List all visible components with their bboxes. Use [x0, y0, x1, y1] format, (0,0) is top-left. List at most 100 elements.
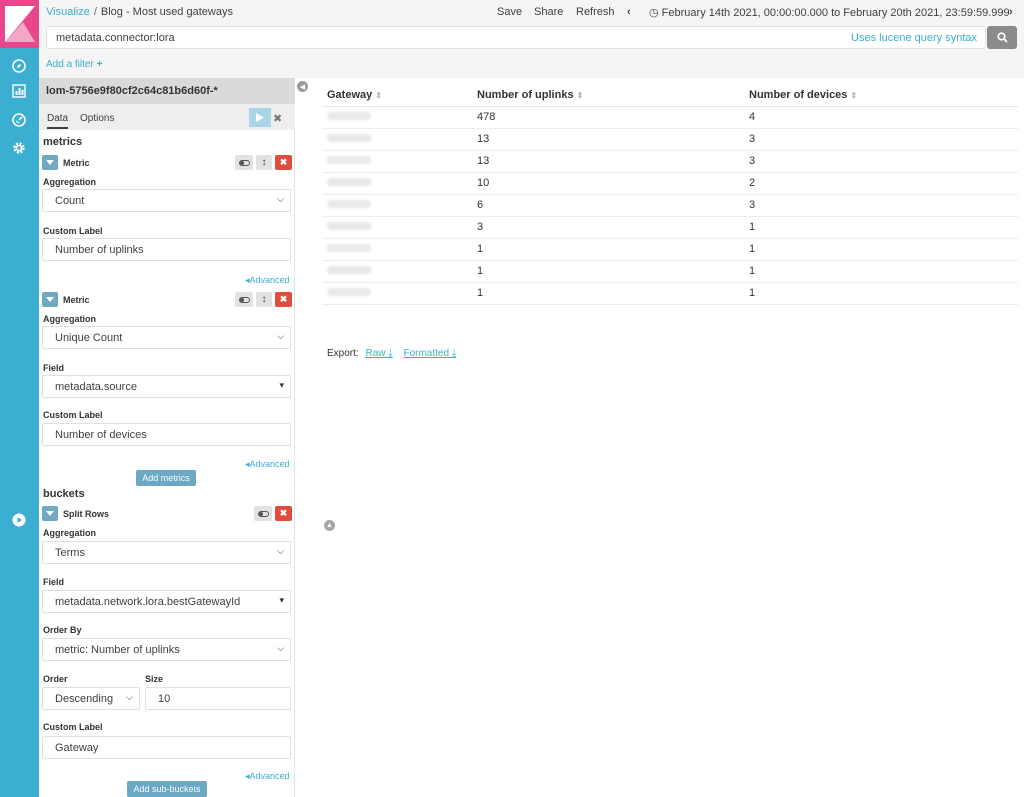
field-select[interactable]: metadata.source ▾ — [42, 375, 291, 398]
gateway-cell-redacted — [322, 128, 472, 151]
table-row: 63 — [322, 194, 1018, 217]
remove-icon[interactable]: ✖ — [275, 155, 292, 170]
visualize-icon[interactable] — [10, 82, 28, 100]
toggle-icon[interactable] — [235, 155, 253, 170]
search-button[interactable] — [987, 26, 1017, 49]
advanced-label: Advanced — [249, 459, 290, 469]
lucene-syntax-link[interactable]: Uses lucene query syntax — [851, 32, 977, 44]
add-filter-label: Add a filter — [46, 59, 94, 70]
field-value: metadata.network.lora.bestGatewayId — [55, 596, 241, 608]
field-label: Field — [43, 577, 65, 587]
sort-icon: ⇕ — [576, 90, 584, 100]
buckets-section-title: buckets — [43, 488, 85, 500]
table-row: 11 — [322, 238, 1018, 261]
advanced-toggle[interactable]: ◂Advanced — [245, 771, 290, 782]
metric-agg-title: Metric — [63, 295, 90, 305]
top-bar: Visualize / Blog - Most used gateways Save… — [39, 0, 1024, 26]
order-by-select[interactable]: metric: Number of uplinks ⌵ — [42, 638, 291, 661]
gateway-cell-redacted — [322, 260, 472, 283]
column-header-gateway[interactable]: Gateway ⇕ — [322, 84, 472, 107]
aggregation-select[interactable]: Count ⌵ — [42, 189, 291, 212]
column-header-label: Number of uplinks — [477, 88, 574, 101]
discard-changes-icon[interactable]: ✖ — [273, 112, 282, 125]
gear-icon[interactable] — [10, 139, 28, 157]
spy-toggle-icon[interactable]: ▲ — [324, 520, 335, 531]
download-icon: ⤓ — [388, 348, 393, 359]
search-input[interactable]: metadata.connector:lora Uses lucene quer… — [46, 26, 986, 49]
aggregation-value: Count — [55, 195, 85, 207]
chevron-down-icon[interactable] — [42, 292, 58, 307]
add-metrics-button[interactable]: Add metrics — [136, 470, 196, 486]
query-bar: metadata.connector:lora Uses lucene quer… — [39, 26, 1024, 52]
size-input[interactable]: 10 — [145, 687, 291, 710]
add-filter-button[interactable]: Add a filter + — [46, 59, 102, 70]
table-row: 11 — [322, 260, 1018, 283]
remove-icon[interactable]: ✖ — [275, 292, 292, 307]
metric-agg-header: Metric ↕ ✖ — [42, 292, 292, 308]
export-raw-link[interactable]: Raw ⤓ — [365, 348, 392, 359]
advanced-label: Advanced — [249, 771, 290, 781]
devices-cell: 3 — [744, 150, 1018, 173]
table-row: 31 — [322, 216, 1018, 239]
chevron-left-icon[interactable]: ‹ — [627, 6, 631, 18]
chevron-down-icon[interactable] — [42, 155, 58, 170]
devices-cell: 1 — [744, 238, 1018, 261]
gateway-cell-redacted — [322, 172, 472, 195]
advanced-toggle[interactable]: ◂Advanced — [245, 459, 290, 470]
aggregation-select[interactable]: Terms ⌵ — [42, 541, 291, 564]
toggle-icon[interactable] — [254, 506, 272, 521]
page-title: Blog - Most used gateways — [100, 6, 233, 18]
devices-cell: 2 — [744, 172, 1018, 195]
redacted-value — [327, 288, 371, 296]
column-header-devices[interactable]: Number of devices ⇕ — [744, 84, 1018, 107]
field-select[interactable]: metadata.network.lora.bestGatewayId ▾ — [42, 590, 291, 613]
export-formatted-link[interactable]: Formatted ⤓ — [403, 348, 456, 359]
apply-changes-button[interactable] — [249, 108, 271, 127]
kibana-logo[interactable] — [0, 0, 39, 48]
chevron-down-icon[interactable] — [42, 506, 58, 521]
devices-cell: 4 — [744, 106, 1018, 129]
order-value: Descending — [55, 693, 114, 705]
order-by-value: metric: Number of uplinks — [55, 644, 180, 656]
export-links: Export: Raw ⤓ Formatted ⤓ — [327, 348, 456, 359]
toggle-icon[interactable] — [235, 292, 253, 307]
vis-editor-sidebar: lom-5756e9f80cf2c64c81b6d60f-* Data Opti… — [39, 78, 295, 797]
share-button[interactable]: Share — [534, 6, 563, 18]
devices-cell: 1 — [744, 282, 1018, 305]
metrics-section-title: metrics — [43, 136, 83, 148]
discover-icon[interactable] — [10, 57, 28, 75]
play-icon[interactable] — [10, 511, 28, 529]
custom-label-input[interactable]: Gateway — [42, 736, 291, 759]
chevron-right-icon[interactable]: › — [1009, 6, 1013, 18]
caret-down-icon: ▾ — [279, 380, 284, 390]
refresh-button[interactable]: Refresh — [576, 6, 615, 18]
breadcrumb-visualize-link[interactable]: Visualize — [46, 6, 90, 18]
save-button[interactable]: Save — [497, 6, 522, 18]
tab-options[interactable]: Options — [80, 113, 114, 124]
breadcrumb: Visualize / Blog - Most used gateways — [46, 6, 233, 18]
remove-icon[interactable]: ✖ — [275, 506, 292, 521]
uplinks-cell: 10 — [472, 172, 744, 195]
custom-label-input[interactable]: Number of devices — [42, 423, 291, 446]
aggregation-value: Terms — [55, 547, 85, 559]
dashboard-icon[interactable] — [10, 111, 28, 129]
advanced-toggle[interactable]: ◂Advanced — [245, 275, 290, 286]
custom-label-label: Custom Label — [43, 722, 103, 732]
play-icon — [256, 113, 264, 122]
custom-label-value: Number of uplinks — [55, 244, 144, 256]
add-sub-buckets-button[interactable]: Add sub-buckets — [127, 781, 207, 797]
aggregation-select[interactable]: Unique Count ⌵ — [42, 326, 291, 349]
reorder-icon[interactable]: ↕ — [256, 155, 272, 170]
field-value: metadata.source — [55, 381, 137, 393]
devices-cell: 3 — [744, 194, 1018, 217]
order-label: Order — [43, 674, 68, 684]
reorder-icon[interactable]: ↕ — [256, 292, 272, 307]
custom-label-label: Custom Label — [43, 226, 103, 236]
collapse-sidebar-icon[interactable]: ◀ — [297, 81, 308, 92]
redacted-value — [327, 266, 371, 274]
custom-label-input[interactable]: Number of uplinks — [42, 238, 291, 261]
order-select[interactable]: Descending ⌵ — [42, 687, 140, 710]
column-header-uplinks[interactable]: Number of uplinks ⇕ — [472, 84, 744, 107]
tab-data[interactable]: Data — [47, 113, 69, 129]
time-picker[interactable]: ◷ February 14th 2021, 00:00:00.000 to Fe… — [649, 6, 1010, 19]
